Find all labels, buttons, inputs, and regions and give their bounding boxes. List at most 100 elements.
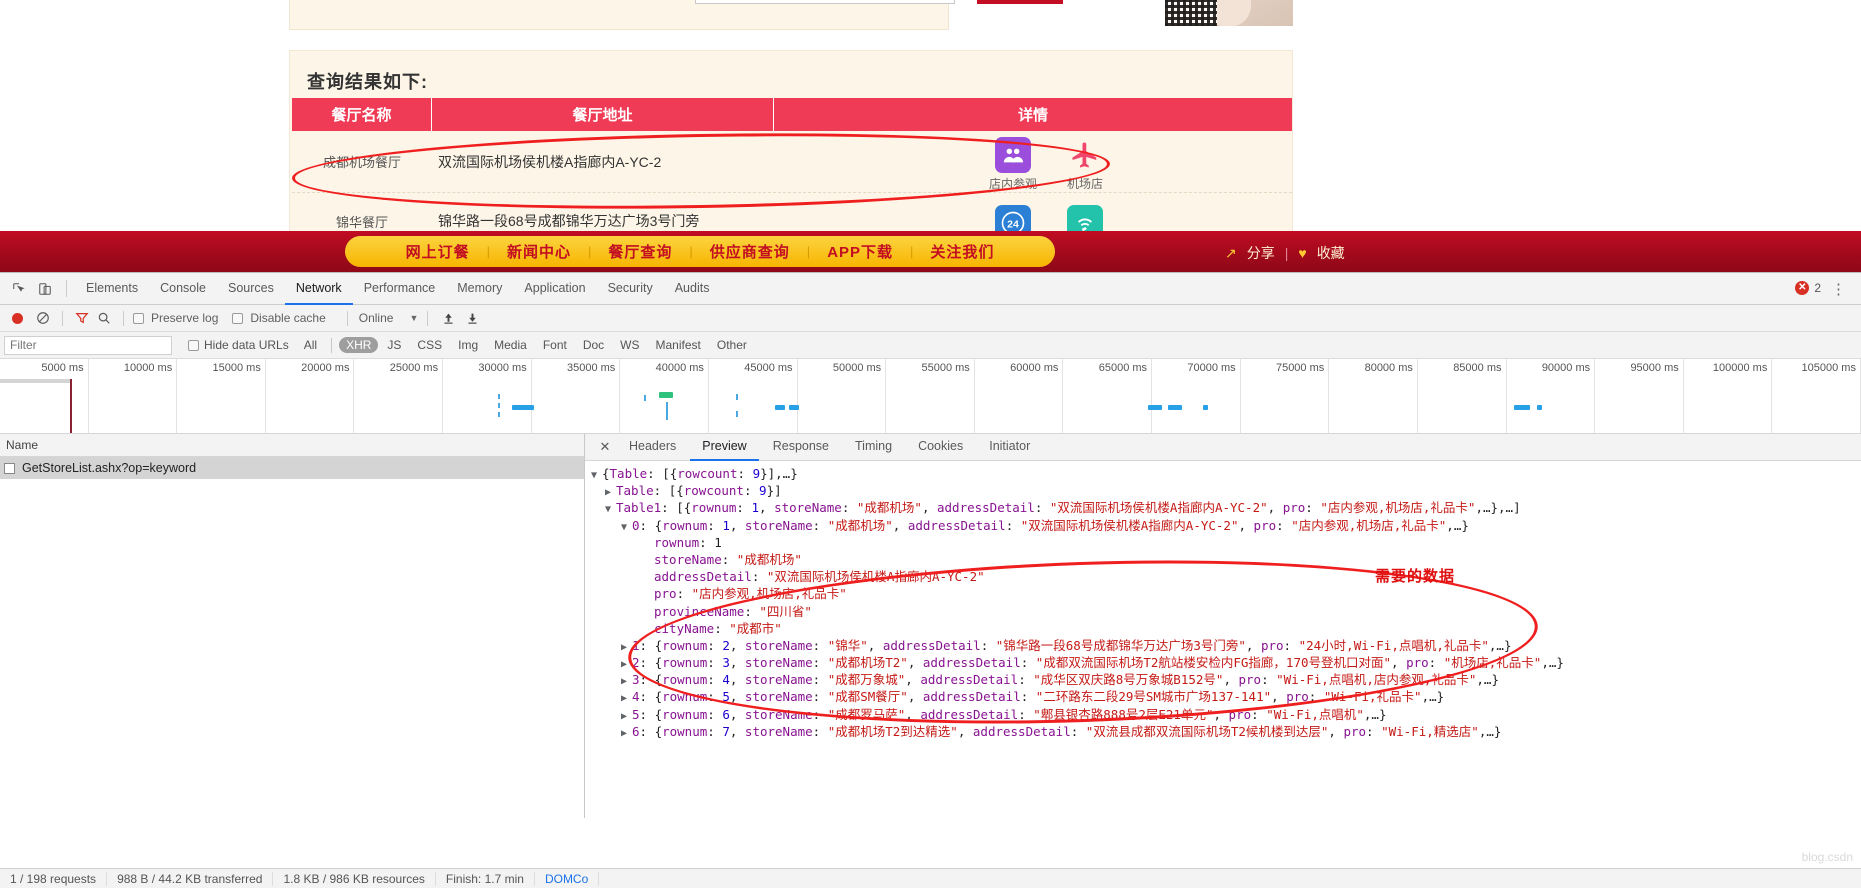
- timeline-segment: 15000 ms: [177, 359, 266, 434]
- json-line[interactable]: rownum: 1: [591, 534, 1861, 551]
- tab-audits[interactable]: Audits: [664, 273, 721, 305]
- results-table: 餐厅名称 餐厅地址 详情 成都机场餐厅 双流国际机场侯机楼A指廊内A-YC-2 …: [292, 98, 1292, 250]
- table-row[interactable]: 成都机场餐厅 双流国际机场侯机楼A指廊内A-YC-2 店内参观 机场店: [292, 131, 1292, 193]
- disable-cache-checkbox[interactable]: [232, 313, 243, 324]
- json-line-text: Table1: [{rownum: 1, storeName: "成都机场", …: [616, 500, 1521, 515]
- json-line[interactable]: ▼Table1: [{rownum: 1, storeName: "成都机场",…: [591, 499, 1861, 516]
- tab-elements[interactable]: Elements: [75, 273, 149, 305]
- tab-timing[interactable]: Timing: [843, 434, 904, 461]
- chevron-down-icon[interactable]: ▼: [591, 467, 602, 484]
- json-line[interactable]: ▶Table: [{rowcount: 9}]: [591, 482, 1861, 499]
- search-icon[interactable]: [94, 308, 114, 328]
- devtools-menu-icon[interactable]: ⋮: [1831, 280, 1847, 298]
- tab-console[interactable]: Console: [149, 273, 217, 305]
- list-item[interactable]: GetStoreList.ashx?op=keyword: [0, 457, 584, 479]
- request-detail-pane: ✕ Headers Preview Response Timing Cookie…: [585, 434, 1861, 818]
- timeline-tick-label: 45000 ms: [744, 362, 792, 374]
- nav-item-supplier-query[interactable]: 供应商查询: [693, 241, 807, 262]
- nav-item-app-download[interactable]: APP下载: [810, 241, 910, 262]
- error-counter[interactable]: ✕ 2: [1795, 281, 1821, 295]
- request-checkbox[interactable]: [4, 463, 15, 474]
- error-icon: ✕: [1795, 281, 1809, 295]
- qr-code-icon: [1165, 0, 1217, 26]
- type-filter-all[interactable]: All: [297, 337, 324, 353]
- favorite-label[interactable]: 收藏: [1317, 243, 1345, 263]
- type-filter-doc[interactable]: Doc: [576, 337, 611, 353]
- json-line[interactable]: ▶5: {rownum: 6, storeName: "成都罗马萨", addr…: [591, 706, 1861, 723]
- json-line[interactable]: ▼{Table: [{rowcount: 9}],…}: [591, 465, 1861, 482]
- hide-data-urls-checkbox[interactable]: [188, 340, 199, 351]
- chevron-down-icon[interactable]: ▼: [605, 501, 616, 518]
- type-filter-img[interactable]: Img: [451, 337, 485, 353]
- type-filter-manifest[interactable]: Manifest: [649, 337, 708, 353]
- json-line[interactable]: pro: "店内参观,机场店,礼品卡": [591, 585, 1861, 602]
- requests-header[interactable]: Name: [0, 434, 584, 457]
- type-filter-font[interactable]: Font: [536, 337, 574, 353]
- record-button[interactable]: [12, 313, 23, 324]
- timeline-segment: 75000 ms: [1241, 359, 1330, 434]
- throttling-select[interactable]: Online: [359, 311, 394, 325]
- type-filter-xhr[interactable]: XHR: [339, 337, 378, 353]
- timeline-tick-label: 75000 ms: [1276, 362, 1324, 374]
- type-filter-js[interactable]: JS: [380, 337, 408, 353]
- json-line[interactable]: provinceName: "四川省": [591, 603, 1861, 620]
- json-line[interactable]: addressDetail: "双流国际机场侯机楼A指廊内A-YC-2": [591, 568, 1861, 585]
- disable-cache-label[interactable]: Disable cache: [250, 311, 325, 325]
- timeline-scrollbar[interactable]: [0, 379, 70, 383]
- timeline-segment: 90000 ms: [1507, 359, 1596, 434]
- json-line[interactable]: ▶1: {rownum: 2, storeName: "锦华", address…: [591, 637, 1861, 654]
- share-label[interactable]: 分享: [1247, 243, 1275, 263]
- tab-network[interactable]: Network: [285, 273, 353, 305]
- tab-initiator[interactable]: Initiator: [977, 434, 1042, 461]
- json-line[interactable]: storeName: "成都机场": [591, 551, 1861, 568]
- filter-input[interactable]: [4, 336, 172, 355]
- tab-headers[interactable]: Headers: [617, 434, 688, 461]
- tab-cookies[interactable]: Cookies: [906, 434, 975, 461]
- preserve-log-checkbox[interactable]: [133, 313, 144, 324]
- json-line[interactable]: ▶4: {rownum: 5, storeName: "成都SM餐厅", add…: [591, 688, 1861, 705]
- nav-item-news[interactable]: 新闻中心: [490, 241, 588, 262]
- json-line[interactable]: ▼0: {rownum: 1, storeName: "成都机场", addre…: [591, 517, 1861, 534]
- tab-application[interactable]: Application: [513, 273, 596, 305]
- timeline-tick-label: 70000 ms: [1187, 362, 1235, 374]
- device-toolbar-icon[interactable]: [32, 276, 58, 302]
- nav-item-online-order[interactable]: 网上订餐: [389, 241, 487, 262]
- devtools-tabbar: Elements Console Sources Network Perform…: [0, 273, 1861, 305]
- tab-response[interactable]: Response: [761, 434, 841, 461]
- timeline-segment: 45000 ms: [709, 359, 798, 434]
- type-filter-ws[interactable]: WS: [613, 337, 646, 353]
- search-input[interactable]: [695, 0, 955, 4]
- network-timeline-overview[interactable]: 105000 ms100000 ms95000 ms90000 ms85000 …: [0, 359, 1861, 434]
- import-har-icon[interactable]: [437, 308, 459, 328]
- clear-icon[interactable]: [33, 308, 53, 328]
- hide-data-urls-toggle[interactable]: Hide data URLs: [188, 338, 289, 352]
- json-line[interactable]: ▶2: {rownum: 3, storeName: "成都机场T2", add…: [591, 654, 1861, 671]
- json-line[interactable]: ▶6: {rownum: 7, storeName: "成都机场T2到达精选",…: [591, 723, 1861, 740]
- timeline-bar: [775, 405, 785, 410]
- inspect-element-icon[interactable]: [6, 276, 32, 302]
- type-filter-other[interactable]: Other: [710, 337, 754, 353]
- chevron-down-icon[interactable]: ▼: [621, 519, 632, 536]
- type-filter-css[interactable]: CSS: [410, 337, 449, 353]
- chevron-right-icon[interactable]: ▶: [621, 725, 632, 742]
- close-icon[interactable]: ✕: [595, 437, 615, 457]
- type-filter-media[interactable]: Media: [487, 337, 534, 353]
- filter-icon[interactable]: [72, 308, 92, 328]
- search-button[interactable]: 查询: [977, 0, 1063, 4]
- detail-store-visit[interactable]: 店内参观: [986, 137, 1040, 192]
- tab-sources[interactable]: Sources: [217, 273, 285, 305]
- json-line[interactable]: ▶3: {rownum: 4, storeName: "成都万象城", addr…: [591, 671, 1861, 688]
- export-har-icon[interactable]: [461, 308, 483, 328]
- tab-performance[interactable]: Performance: [353, 273, 447, 305]
- nav-item-follow-us[interactable]: 关注我们: [913, 241, 1011, 262]
- tab-preview[interactable]: Preview: [690, 434, 758, 461]
- detail-airport-store[interactable]: 机场店: [1058, 137, 1112, 192]
- json-preview-tree[interactable]: ▼{Table: [{rowcount: 9}],…}▶Table: [{row…: [585, 461, 1861, 818]
- preserve-log-label[interactable]: Preserve log: [151, 311, 218, 325]
- json-line[interactable]: cityName: "成都市": [591, 620, 1861, 637]
- tab-memory[interactable]: Memory: [446, 273, 513, 305]
- timeline-tick-label: 50000 ms: [833, 362, 881, 374]
- chevron-down-icon[interactable]: ▼: [409, 313, 418, 323]
- tab-security[interactable]: Security: [597, 273, 664, 305]
- nav-item-restaurant-query[interactable]: 餐厅查询: [591, 241, 689, 262]
